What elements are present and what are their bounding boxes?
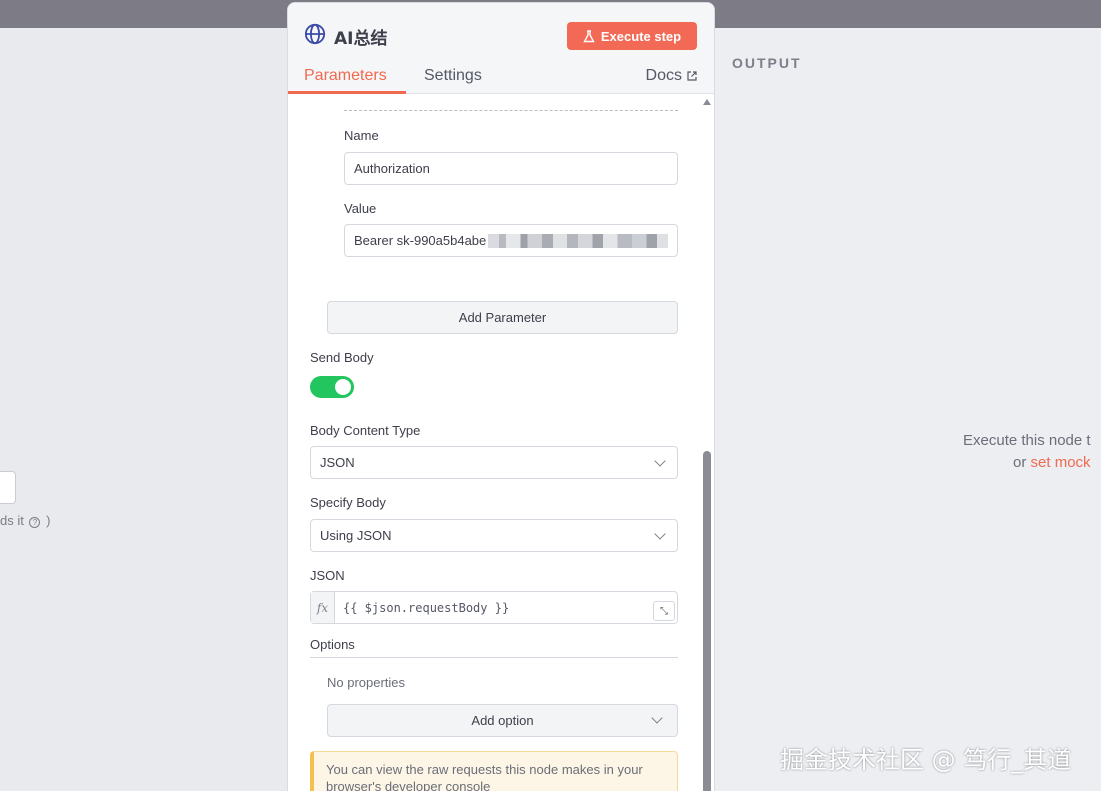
expand-editor-icon[interactable]: ⤡: [653, 601, 675, 621]
canvas-left: [0, 28, 287, 791]
globe-icon: [304, 23, 326, 45]
specify-body-value: Using JSON: [320, 528, 392, 543]
docs-label: Docs: [645, 67, 682, 84]
name-input[interactable]: Authorization: [344, 152, 678, 185]
docs-link[interactable]: Docs: [646, 67, 698, 85]
json-expression-input[interactable]: fx {{ $json.requestBody }} ⤡: [310, 591, 678, 624]
left-input-box[interactable]: [0, 471, 16, 504]
options-divider: [310, 657, 678, 658]
execute-step-label: Execute step: [600, 28, 682, 44]
output-message: Execute this node t: [963, 432, 1091, 449]
value-label: Value: [344, 201, 377, 216]
output-mock-line: or set mock: [1013, 454, 1091, 471]
add-option-label: Add option: [471, 713, 534, 728]
or-text: or: [1013, 454, 1031, 471]
left-hint: ds it ? ): [0, 513, 51, 528]
tab-parameters[interactable]: Parameters: [304, 67, 387, 85]
output-title: OUTPUT: [732, 55, 802, 71]
name-value: Authorization: [354, 161, 430, 176]
add-option-select[interactable]: Add option: [327, 704, 678, 737]
options-label: Options: [310, 637, 355, 652]
active-tab-indicator: [288, 91, 406, 94]
body-content-type-value: JSON: [320, 455, 355, 470]
help-icon[interactable]: ?: [29, 517, 41, 528]
chevron-down-icon: [654, 454, 666, 467]
toggle-knob: [335, 379, 351, 395]
name-label: Name: [344, 128, 379, 143]
panel-header: AI总结 Execute step Parameters Settings Do…: [288, 3, 714, 94]
specify-body-select[interactable]: Using JSON: [310, 519, 678, 552]
body-content-type-label: Body Content Type: [310, 423, 421, 438]
flask-icon: [583, 29, 595, 42]
json-label: JSON: [310, 568, 345, 583]
value-input[interactable]: Bearer sk-990a5b4abe: [344, 224, 678, 257]
set-mock-link[interactable]: set mock: [1031, 454, 1091, 471]
external-link-icon: [687, 71, 697, 81]
body-content-type-select[interactable]: JSON: [310, 446, 678, 479]
node-panel: AI总结 Execute step Parameters Settings Do…: [287, 2, 715, 791]
json-expression-value: {{ $json.requestBody }}: [343, 600, 510, 615]
send-body-label: Send Body: [310, 350, 374, 365]
scroll-up-arrow[interactable]: [703, 99, 711, 105]
node-title: AI总结: [334, 29, 388, 49]
param-divider: [344, 110, 678, 111]
value-value: Bearer sk-990a5b4abe: [354, 233, 487, 248]
add-parameter-button[interactable]: Add Parameter: [327, 301, 678, 334]
output-pane: [715, 28, 1101, 791]
chevron-down-icon: [651, 712, 663, 724]
chevron-down-icon: [654, 527, 666, 540]
raw-requests-notice: You can view the raw requests this node …: [310, 751, 678, 791]
redacted-token: [488, 233, 668, 248]
watermark: 掘金技术社区 @ 笃行_其道: [780, 746, 1072, 774]
fx-icon: fx: [311, 592, 335, 623]
tab-settings[interactable]: Settings: [424, 67, 482, 85]
scrollbar-thumb[interactable]: [703, 451, 711, 791]
left-hint-text: ds it: [0, 513, 24, 528]
specify-body-label: Specify Body: [310, 495, 386, 510]
send-body-toggle[interactable]: [310, 376, 354, 398]
execute-step-button[interactable]: Execute step: [567, 22, 697, 50]
no-properties-text: No properties: [327, 675, 406, 690]
